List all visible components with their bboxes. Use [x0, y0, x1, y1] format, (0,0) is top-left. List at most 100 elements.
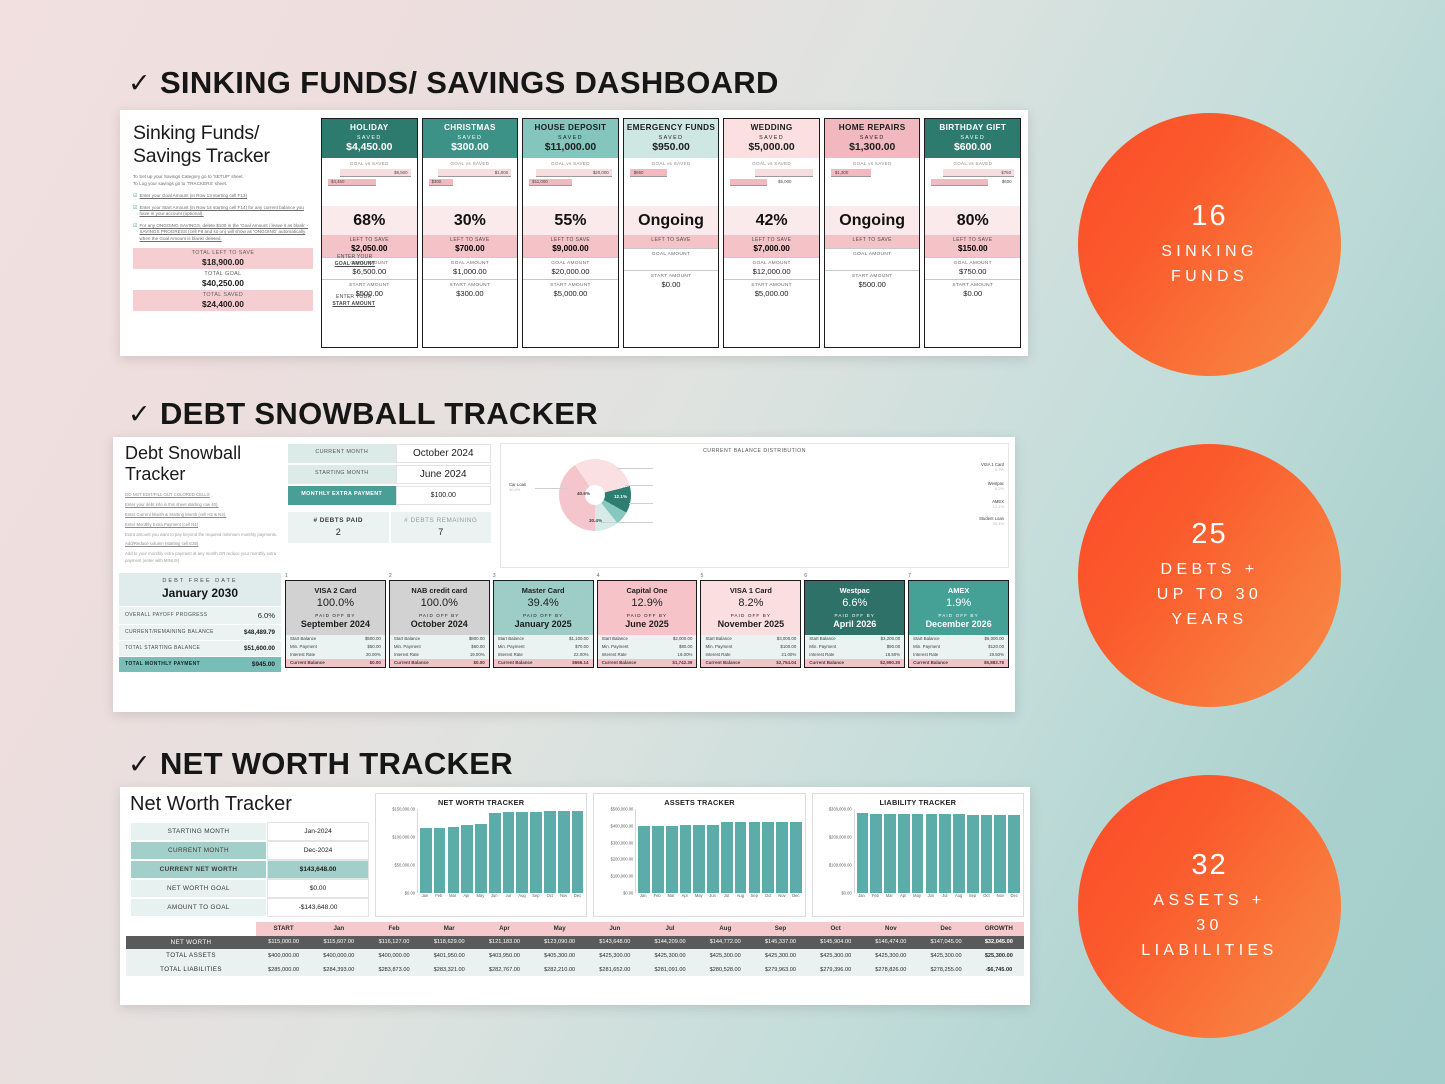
- bar-column: [420, 809, 432, 893]
- sinking-card[interactable]: HOLIDAY SAVED $4,450.00 GOAL vs SAVED $6…: [321, 118, 418, 348]
- table-col-header: [126, 922, 256, 936]
- table-cell: $145,337.00: [752, 935, 809, 950]
- y-tick: $0.00: [623, 890, 634, 896]
- x-tick: Oct: [546, 893, 553, 898]
- x-tick: Apr: [899, 893, 907, 898]
- badge-number: 32: [1191, 849, 1228, 882]
- bar-column: [461, 809, 474, 893]
- debt-current-balance: Current Balance $2,754.04: [701, 658, 801, 667]
- x-tick: Nov: [560, 893, 568, 898]
- debt-current-balance: Current Balance $1,742.39: [597, 658, 697, 667]
- total-left-to-save: TOTAL LEFT TO SAVE $18,900.00: [133, 248, 313, 270]
- goal-vs-saved-bars: $950: [624, 168, 719, 206]
- debt-card[interactable]: Westpac 6.6% PAID OFF BY April 2026 Star…: [804, 579, 906, 668]
- table-col-header: Jan: [311, 922, 367, 936]
- sinking-card-header: HOME REPAIRS SAVED $1,300.00: [824, 119, 920, 158]
- chart-liability: LIABILITY TRACKER $0.00 $100,000.00 $200,0…: [811, 793, 1024, 917]
- x-tick: May: [694, 893, 703, 898]
- debt-card-name: VISA 1 Card: [729, 585, 772, 595]
- sinking-card[interactable]: EMERGENCY FUNDS SAVED $950.00 GOAL vs SA…: [622, 118, 720, 348]
- y-tick: $200,000.00: [610, 856, 634, 862]
- table-cell: $425,300.00: [697, 949, 753, 963]
- debt-current-balance: Current Balance $5,883.78: [909, 658, 1009, 667]
- debt-instruction: Enter your debt info in this sheet start…: [125, 501, 219, 507]
- debt-stat-row: OVERALL PAYOFF PROGRESS 6.0%: [119, 605, 281, 624]
- table-cell: $115,000.00: [256, 935, 312, 950]
- x-tick: Jan: [421, 893, 429, 898]
- leader-line: [535, 488, 567, 489]
- debt-card-header: Master Card 39.4% PAID OFF BY January 20…: [493, 580, 593, 635]
- debt-interest-rate: Interest Rate 18.50%: [805, 650, 905, 659]
- paid-off-by-label: PAID OFF BY: [419, 612, 460, 618]
- table-row: TOTAL LIABILITIES $285,000.00 $284,393.00…: [126, 962, 1024, 977]
- x-tick: Dec: [573, 893, 582, 898]
- y-tick: $0.00: [841, 890, 852, 896]
- sinking-note-1: ☑ Enter your Goal Amount (in Row 13 star…: [133, 192, 247, 199]
- sinking-card-left-to-save: LEFT TO SAVE: [824, 235, 920, 248]
- x-tick: Oct: [983, 893, 990, 898]
- table-col-header: Oct: [808, 922, 864, 936]
- sinking-card-saved-value: $4,450.00: [346, 142, 393, 153]
- goal-bar: $750: [943, 169, 1015, 177]
- table-cell: $400,000.00: [366, 949, 422, 963]
- table-cell: $123,090.00: [532, 935, 588, 950]
- slice-value-amex: 12.1%: [614, 494, 628, 499]
- bar-column: [475, 809, 487, 893]
- goal-bar: $6,500: [340, 169, 411, 177]
- table-cell: $282,210.00: [532, 962, 588, 977]
- section-title-debt-snowball: ✓ DEBT SNOWBALL TRACKER: [128, 396, 598, 432]
- net-worth-info: Net Worth Tracker STARTING MONTH Jan-202…: [126, 793, 369, 917]
- debt-card[interactable]: VISA 2 Card 100.0% PAID OFF BY September…: [285, 579, 386, 668]
- x-tick: Jan: [858, 893, 865, 898]
- debt-card[interactable]: AMEX 1.9% PAID OFF BY December 2026 Star…: [908, 579, 1010, 668]
- sinking-card[interactable]: CHRISTMAS SAVED $300.00 GOAL vs SAVED $1…: [421, 118, 519, 348]
- legend-visa1: VISA 1 Card 5.7%: [980, 462, 1004, 472]
- debt-interest-rate: Interest Rate 20.00%: [286, 650, 385, 659]
- bar-column: [789, 809, 802, 893]
- table-cell: $284,393.00: [311, 962, 367, 977]
- debt-card[interactable]: VISA 1 Card 8.2% PAID OFF BY November 20…: [700, 579, 802, 668]
- sinking-card[interactable]: WEDDING SAVED $5,000.00 GOAL vs SAVED $5…: [723, 118, 820, 348]
- debt-card-header: VISA 1 Card 8.2% PAID OFF BY November 20…: [701, 580, 801, 635]
- sinking-card-saved-label: SAVED: [759, 135, 785, 141]
- sinking-card-header: WEDDING SAVED $5,000.00: [724, 119, 819, 158]
- debt-interest-rate: Interest Rate 18.00%: [597, 650, 697, 659]
- table-cell: $118,629.00: [421, 935, 477, 950]
- debt-card-date: September 2024: [300, 618, 370, 629]
- net-worth-field: STARTING MONTH Jan-2024: [130, 822, 369, 841]
- y-tick: $100,000.00: [392, 834, 415, 840]
- debt-card-wrap: 1 VISA 2 Card 100.0% PAID OFF BY Septemb…: [285, 573, 386, 672]
- y-tick: $300,000.00: [828, 806, 852, 812]
- bar-column: [516, 809, 529, 893]
- debt-card[interactable]: Master Card 39.4% PAID OFF BY January 20…: [492, 579, 594, 668]
- debt-card[interactable]: Capital One 12.9% PAID OFF BY June 2025 …: [596, 579, 698, 668]
- chart-net-worth: NET WORTH TRACKER $0.00 $50,000.00 $100,00…: [375, 793, 588, 917]
- debt-card-percent: 6.6%: [842, 596, 868, 609]
- x-tick: Sep: [750, 893, 758, 898]
- goal-vs-saved-label: GOAL vs SAVED: [450, 161, 490, 166]
- sinking-fund-cards: HOLIDAY SAVED $4,450.00 GOAL vs SAVED $6…: [321, 118, 1022, 348]
- sinking-card-saved-label: SAVED: [859, 135, 885, 141]
- sinking-card-goal-amount: GOAL AMOUNT: [824, 248, 920, 270]
- sinking-card-name: HOUSE DEPOSIT: [534, 123, 607, 132]
- sinking-card[interactable]: HOME REPAIRS SAVED $1,300.00 GOAL vs SAV…: [823, 118, 921, 348]
- debt-heading: Debt Snowball Tracker: [125, 443, 242, 484]
- table-cell: $425,300.00: [808, 949, 864, 963]
- sinking-card[interactable]: HOUSE DEPOSIT SAVED $11,000.00 GOAL vs S…: [522, 118, 619, 348]
- table-col-header: Sep: [752, 922, 809, 936]
- debt-card[interactable]: NAB credit card 100.0% PAID OFF BY Octob…: [388, 579, 490, 668]
- sinking-card-header: EMERGENCY FUNDS SAVED $950.00: [623, 119, 719, 158]
- debt-summary-row: MONTHLY EXTRA PAYMENT $100.00: [287, 485, 492, 506]
- debt-card-name: Capital One: [626, 585, 668, 595]
- table-cell: $285,000.00: [256, 962, 312, 977]
- bar-column: [571, 809, 584, 893]
- y-tick: $100,000.00: [610, 873, 634, 879]
- sinking-card[interactable]: BIRTHDAY GIFT SAVED $600.00 GOAL vs SAVE…: [924, 118, 1022, 348]
- net-worth-field: CURRENT NET WORTH $143,648.00: [130, 860, 369, 879]
- debt-counter: # DEBTS PAID 2: [287, 511, 390, 544]
- debt-card-date: April 2026: [833, 618, 877, 629]
- x-tick: Nov: [778, 893, 786, 898]
- bar-column: [638, 809, 651, 893]
- table-col-header: May: [532, 922, 588, 936]
- x-tick: Jun: [927, 893, 935, 898]
